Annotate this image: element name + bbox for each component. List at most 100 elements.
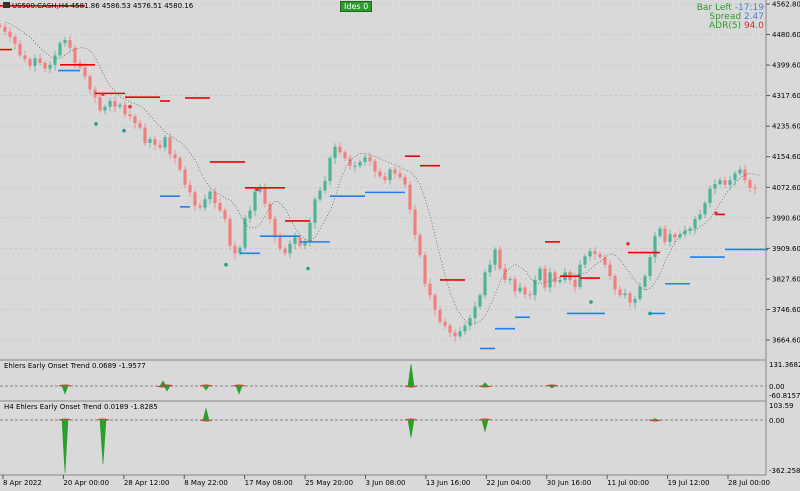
candle-body: [558, 279, 562, 282]
candle-body: [393, 169, 397, 174]
candle-body: [113, 100, 117, 107]
candle-body: [128, 114, 132, 117]
candle-body: [473, 306, 477, 319]
candle-body: [218, 203, 222, 211]
x-tick-label: 30 Jun 16:00: [547, 479, 591, 487]
candle-body: [103, 106, 107, 111]
candle-body: [363, 157, 367, 162]
candle-body: [188, 184, 192, 193]
candle-body: [533, 279, 537, 296]
candle-body: [238, 247, 242, 254]
candle-body: [628, 293, 632, 303]
candle-body: [503, 268, 507, 280]
adr-value: 94.0: [743, 21, 764, 31]
candle-body: [8, 31, 12, 38]
candle-body: [243, 218, 247, 248]
candle-body: [608, 264, 612, 277]
osc2-title: H4 Ehlers Early Onset Trend 0.0189 -1.82…: [4, 403, 158, 411]
candle-body: [743, 169, 747, 181]
candle-body: [358, 161, 362, 166]
osc1-y-tick-label: 131.3682: [769, 361, 800, 369]
candle-body: [278, 237, 282, 249]
candle-body: [463, 325, 467, 332]
candle-body: [528, 294, 532, 296]
x-tick-label: 20 Apr 00:00: [63, 479, 109, 487]
candle-body: [508, 279, 512, 281]
candle-body: [3, 26, 7, 32]
osc2-y-tick-label: 0.00: [769, 417, 785, 425]
y-tick-label: 3746.60: [772, 306, 800, 314]
candle-body: [173, 154, 177, 159]
candle-body: [383, 176, 387, 181]
candle-body: [83, 67, 87, 77]
candle-body: [213, 191, 217, 204]
candle-body: [23, 55, 27, 60]
candle-body: [248, 210, 252, 219]
candle-body: [293, 237, 297, 244]
candle-body: [623, 293, 627, 296]
bear-signal-dot: [714, 211, 718, 216]
window-icon: [3, 2, 10, 8]
candle-body: [268, 203, 272, 220]
candle-body: [0, 25, 2, 27]
y-tick-label: 3664.60: [772, 337, 800, 345]
candle-body: [413, 209, 417, 236]
osc2-y-tick-label: -362.2586: [769, 467, 800, 475]
bull-signal-dot: [122, 128, 126, 133]
candle-body: [443, 321, 447, 326]
candle-body: [198, 205, 202, 208]
candle-body: [33, 58, 37, 66]
candle-body: [643, 276, 647, 287]
candle-body: [488, 264, 492, 273]
bull-signal-dot: [648, 311, 652, 316]
x-tick-label: 22 Jun 04:00: [486, 479, 530, 487]
candle-body: [338, 146, 342, 153]
candle-body: [638, 286, 642, 299]
candle-body: [38, 58, 42, 63]
bear-signal-dot: [101, 92, 105, 96]
candle-body: [573, 279, 577, 287]
candle-body: [283, 248, 287, 254]
y-tick-label: 3827.60: [772, 275, 800, 283]
candle-body: [408, 184, 412, 210]
candle-body: [633, 298, 637, 303]
candle-body: [433, 295, 437, 310]
candle-body: [693, 219, 697, 229]
candle-body: [748, 180, 752, 188]
candle-body: [718, 180, 722, 184]
candle-body: [223, 210, 227, 220]
candle-body: [478, 295, 482, 307]
candle-body: [153, 139, 157, 145]
candle-body: [618, 289, 622, 296]
candle-body: [253, 191, 257, 211]
candle-body: [168, 137, 172, 155]
candle-body: [448, 325, 452, 333]
candle-body: [133, 116, 137, 124]
candle-body: [398, 173, 402, 178]
candle-body: [183, 169, 187, 185]
candle-body: [158, 144, 162, 148]
osc1-y-tick-label: 0.00: [769, 383, 785, 391]
candle-body: [138, 123, 142, 128]
candle-body: [193, 192, 197, 206]
candle-body: [403, 177, 407, 185]
candle-body: [73, 47, 77, 63]
candle-body: [203, 199, 207, 208]
x-tick-label: 19 Jul 12:00: [668, 479, 710, 487]
candle-body: [148, 139, 152, 143]
candle-body: [453, 332, 457, 337]
candle-body: [333, 146, 337, 159]
candle-body: [53, 55, 57, 65]
symbol-line: US500.CASH,H4 4581.86 4586.53 4576.51 45…: [12, 2, 194, 10]
y-tick-label: 3990.60: [772, 214, 800, 222]
candle-body: [48, 64, 52, 69]
candle-body: [233, 245, 237, 254]
x-tick-label: 28 Apr 12:00: [124, 479, 170, 487]
candle-body: [703, 203, 707, 215]
candle-body: [58, 43, 62, 56]
x-tick-label: 13 Jun 16:00: [426, 479, 470, 487]
x-tick-label: 8 Apr 2022: [3, 479, 42, 487]
candle-body: [653, 236, 657, 258]
y-tick-label: 4562.80: [772, 1, 800, 9]
trading-chart[interactable]: 4562.80 4480.60 4399.60 4317.60 4235.60 4154.…: [0, 0, 800, 491]
